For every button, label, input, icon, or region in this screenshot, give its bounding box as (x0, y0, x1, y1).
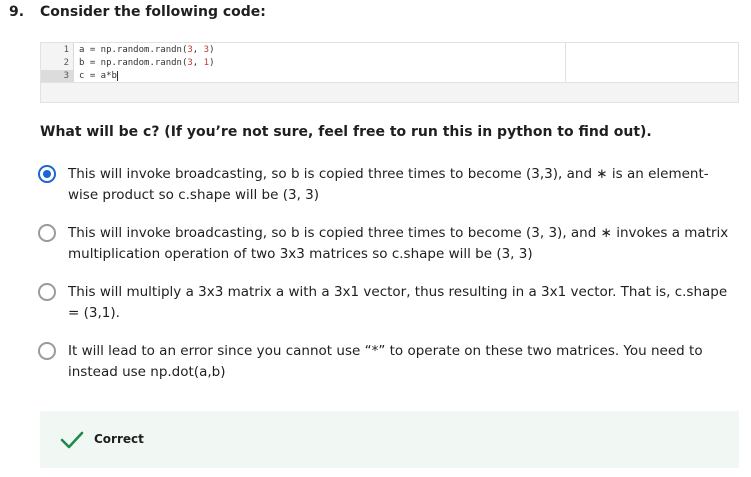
option-text: It will lead to an error since you canno… (68, 343, 703, 380)
option-text: This will invoke broadcasting, so b is c… (68, 225, 729, 262)
code-line: b = np.random.randn(3, 1) (79, 57, 214, 69)
code-text: c = a*b (79, 71, 117, 81)
code-lines: a = np.random.randn(3, 3) b = np.random.… (79, 43, 214, 82)
option-text: This will invoke broadcasting, so b is c… (68, 166, 709, 203)
feedback-label: Correct (94, 432, 144, 446)
question-number: 9. (9, 4, 25, 20)
code-output-panel (566, 43, 738, 83)
code-block: 1 2 3 a = np.random.randn(3, 3) b = np.r… (40, 42, 739, 103)
code-text: ) (209, 58, 215, 68)
radio-button[interactable] (38, 165, 56, 183)
line-number: 2 (63, 58, 69, 68)
radio-button[interactable] (38, 283, 56, 301)
feedback-panel: Correct (40, 411, 739, 468)
text-cursor (116, 70, 118, 81)
code-text: a = np.random.randn( (79, 45, 188, 55)
option-text: This will multiply a 3x3 matrix a with a… (68, 284, 728, 321)
code-text: , (192, 45, 204, 55)
checkmark-icon (60, 431, 84, 449)
code-text: , (192, 58, 204, 68)
radio-button[interactable] (38, 224, 56, 242)
line-number: 1 (63, 45, 69, 55)
code-text: b = np.random.randn( (79, 58, 188, 68)
code-text: ) (209, 45, 215, 55)
question-title: Consider the following code: (40, 4, 266, 20)
radio-button[interactable] (38, 342, 56, 360)
code-editor[interactable]: 1 2 3 a = np.random.randn(3, 3) b = np.r… (41, 43, 566, 83)
line-number: 3 (41, 70, 73, 82)
line-gutter: 1 2 3 (41, 43, 74, 82)
code-line: a = np.random.randn(3, 3) (79, 44, 214, 56)
question-prompt: What will be c? (If you’re not sure, fee… (40, 124, 652, 140)
code-line: c = a*b (79, 70, 214, 82)
